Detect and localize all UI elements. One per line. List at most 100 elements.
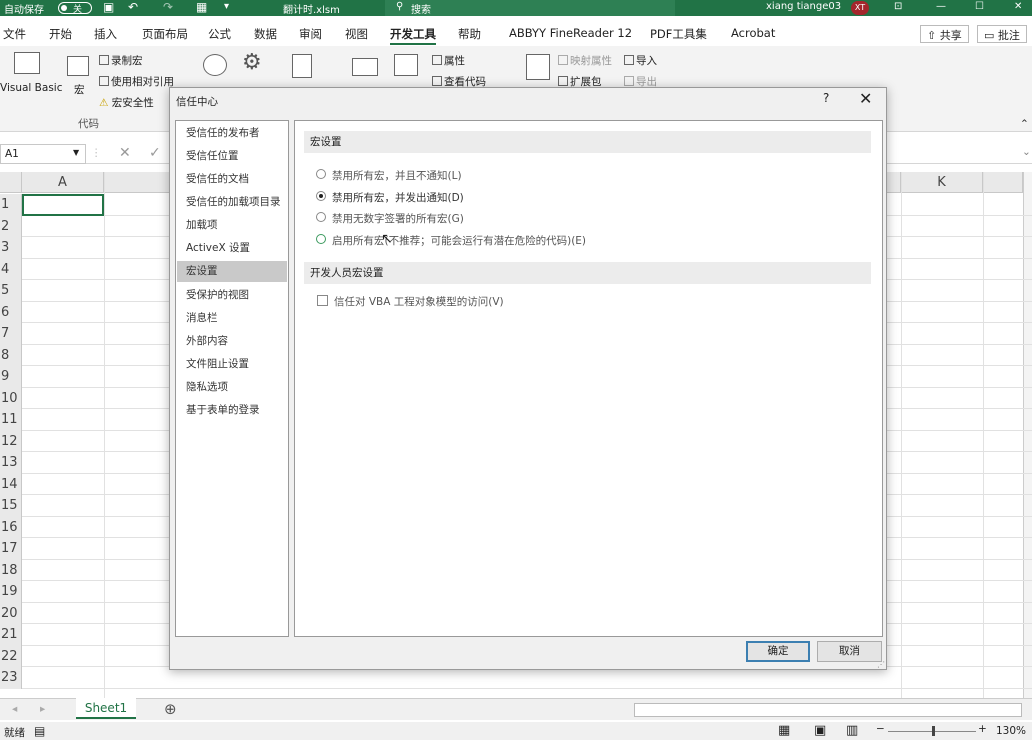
column-header-a[interactable]: A xyxy=(22,172,104,193)
nav-macro-settings[interactable]: 宏设置 xyxy=(177,261,287,282)
user-name[interactable]: xiang tiange03 xyxy=(766,1,841,12)
import-button[interactable]: 导入 xyxy=(624,53,657,68)
menu-view[interactable]: 视图 xyxy=(345,26,368,42)
expand-formula-bar-icon[interactable]: ⌄ xyxy=(1022,146,1031,158)
comments-button[interactable]: ▭ 批注 xyxy=(977,25,1027,43)
nav-form-based-signin[interactable]: 基于表单的登录 xyxy=(177,400,287,421)
active-cell-a1[interactable] xyxy=(22,194,104,216)
nav-privacy-options[interactable]: 隐私选项 xyxy=(177,377,287,398)
page-break-view-icon[interactable]: ▥ xyxy=(846,723,858,738)
next-sheet-icon[interactable]: ▸ xyxy=(40,703,45,715)
row-header[interactable]: 19 xyxy=(0,581,22,603)
nav-trusted-documents[interactable]: 受信任的文档 xyxy=(177,169,287,190)
row-header[interactable]: 10 xyxy=(0,387,22,409)
select-all-corner[interactable] xyxy=(0,172,22,193)
option-disable-except-signed[interactable]: 禁用无数字签署的所有宏(G) xyxy=(316,211,464,226)
menu-formulas[interactable]: 公式 xyxy=(208,26,231,42)
collapse-ribbon-icon[interactable]: ⌃ xyxy=(1020,118,1029,130)
menu-acrobat[interactable]: Acrobat xyxy=(731,26,775,40)
row-header[interactable]: 18 xyxy=(0,559,22,581)
search-box[interactable]: ⚲ 搜索 xyxy=(385,0,675,16)
menu-page-layout[interactable]: 页面布局 xyxy=(142,26,188,42)
row-header[interactable]: 22 xyxy=(0,645,22,667)
nav-trusted-locations[interactable]: 受信任位置 xyxy=(177,146,287,167)
sheet-tab-sheet1[interactable]: Sheet1 xyxy=(76,698,136,719)
nav-file-block-settings[interactable]: 文件阻止设置 xyxy=(177,354,287,375)
horizontal-scrollbar[interactable] xyxy=(634,703,1022,717)
row-header[interactable]: 14 xyxy=(0,473,22,495)
prev-sheet-icon[interactable]: ◂ xyxy=(12,703,17,715)
cancel-button[interactable]: 取消 xyxy=(817,641,882,662)
map-properties-button[interactable]: 映射属性 xyxy=(558,53,612,68)
nav-message-bar[interactable]: 消息栏 xyxy=(177,308,287,329)
row-header[interactable]: 1 xyxy=(0,194,22,216)
row-header[interactable]: 2 xyxy=(0,215,22,237)
checkbox-trust-vba-access[interactable] xyxy=(317,295,328,306)
row-header[interactable]: 16 xyxy=(0,516,22,538)
autosave-toggle[interactable]: 关 xyxy=(58,2,92,15)
record-macro-button[interactable]: 录制宏 xyxy=(99,53,143,68)
addins-icon[interactable] xyxy=(203,54,227,76)
normal-view-icon[interactable]: ▦ xyxy=(778,723,790,738)
row-header[interactable]: 5 xyxy=(0,280,22,302)
radio-disable-no-notify[interactable] xyxy=(316,169,326,179)
redo-icon[interactable]: ↷ xyxy=(163,0,173,14)
macros-label[interactable]: 宏 xyxy=(74,82,85,97)
row-header[interactable]: 12 xyxy=(0,430,22,452)
zoom-out-icon[interactable]: − xyxy=(876,723,885,735)
menu-developer[interactable]: 开发工具 xyxy=(390,26,436,45)
menu-pdf-tools[interactable]: PDF工具集 xyxy=(650,26,707,42)
ribbon-display-icon[interactable]: ⊡ xyxy=(894,1,902,12)
save-icon[interactable]: ▣ xyxy=(103,0,114,14)
radio-disable-with-notify[interactable] xyxy=(316,191,326,201)
cancel-icon[interactable]: ✕ xyxy=(119,145,131,161)
ok-button[interactable]: 确定 xyxy=(746,641,810,662)
visual-basic-label[interactable]: Visual Basic xyxy=(0,82,62,94)
name-box[interactable]: A1 ▼ xyxy=(0,144,86,164)
macro-record-icon[interactable]: ▤ xyxy=(34,724,45,738)
relative-reference-button[interactable]: 使用相对引用 xyxy=(99,74,174,89)
dialog-close-icon[interactable]: ✕ xyxy=(859,89,872,108)
column-header-k[interactable]: K xyxy=(901,172,983,193)
maximize-icon[interactable]: ☐ xyxy=(975,1,984,12)
nav-trusted-publishers[interactable]: 受信任的发布者 xyxy=(177,123,287,144)
minimize-icon[interactable]: — xyxy=(936,1,946,12)
row-header[interactable]: 9 xyxy=(0,366,22,388)
macros-icon[interactable] xyxy=(67,56,89,76)
menu-insert[interactable]: 插入 xyxy=(94,26,117,42)
radio-enable-all[interactable] xyxy=(316,234,326,244)
nav-protected-view[interactable]: 受保护的视图 xyxy=(177,285,287,306)
row-header[interactable]: 13 xyxy=(0,452,22,474)
row-header[interactable]: 15 xyxy=(0,495,22,517)
close-icon[interactable]: ✕ xyxy=(1014,1,1022,12)
menu-data[interactable]: 数据 xyxy=(254,26,277,42)
visual-basic-icon[interactable] xyxy=(14,52,40,74)
nav-trusted-addin-catalogs[interactable]: 受信任的加载项目录 xyxy=(177,192,287,213)
share-button[interactable]: ⇧ 共享 xyxy=(920,25,969,43)
option-disable-no-notify[interactable]: 禁用所有宏，并且不通知(L) xyxy=(316,168,462,183)
column-header-l[interactable] xyxy=(983,172,1023,193)
zoom-slider-thumb[interactable] xyxy=(932,726,935,736)
com-addins-icon[interactable] xyxy=(292,54,312,78)
help-icon[interactable]: ? xyxy=(823,91,829,105)
nav-addins[interactable]: 加载项 xyxy=(177,215,287,236)
macro-security-button[interactable]: ⚠ 宏安全性 xyxy=(99,95,154,110)
design-mode-icon[interactable] xyxy=(394,54,418,76)
option-enable-all[interactable]: 启用所有宏(不推荐；可能会运行有潜在危险的代码)(E) xyxy=(316,233,586,248)
radio-disable-except-signed[interactable] xyxy=(316,212,326,222)
row-header[interactable]: 11 xyxy=(0,409,22,431)
menu-help[interactable]: 帮助 xyxy=(458,26,481,42)
avatar[interactable]: XT xyxy=(851,1,869,15)
zoom-level[interactable]: 130% xyxy=(996,725,1026,737)
excel-addins-icon[interactable]: ⚙ xyxy=(242,50,262,75)
menu-home[interactable]: 开始 xyxy=(49,26,72,42)
form-icon[interactable]: ▦ xyxy=(196,0,207,14)
add-sheet-icon[interactable]: ⊕ xyxy=(164,700,177,718)
name-box-dropdown-icon[interactable]: ▼ xyxy=(73,148,79,157)
row-header[interactable]: 6 xyxy=(0,301,22,323)
row-header[interactable]: 7 xyxy=(0,323,22,345)
row-header[interactable]: 8 xyxy=(0,344,22,366)
row-header[interactable]: 21 xyxy=(0,624,22,646)
source-icon[interactable] xyxy=(526,54,550,80)
insert-control-icon[interactable] xyxy=(352,58,378,76)
